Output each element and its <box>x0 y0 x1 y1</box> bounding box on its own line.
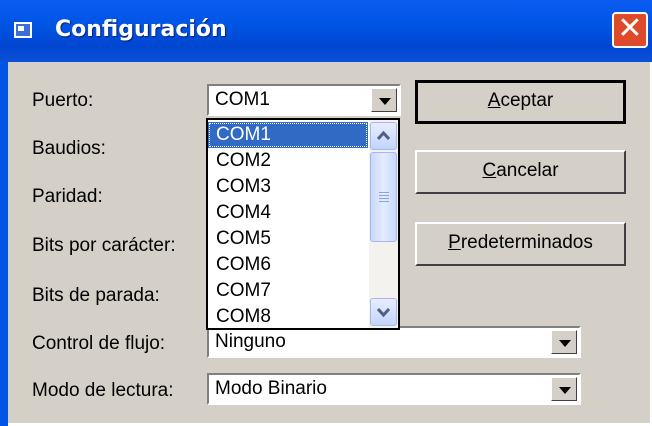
chevron-up-icon <box>376 130 391 141</box>
modo-de-lectura-value: Modo Binario <box>215 378 327 399</box>
list-item[interactable]: COM1 <box>208 122 368 148</box>
list-item[interactable]: COM5 <box>208 226 368 252</box>
grip-line <box>379 201 389 202</box>
scroll-thumb[interactable] <box>370 152 397 242</box>
list-item[interactable]: COM4 <box>208 200 368 226</box>
grip-line <box>379 195 389 196</box>
list-item[interactable]: COM3 <box>208 174 368 200</box>
puerto-value: COM1 <box>215 89 270 110</box>
cancelar-label: ancelar <box>496 160 559 181</box>
title-bar[interactable]: Configuración ✕ <box>0 0 652 62</box>
scroll-down-button[interactable] <box>370 298 397 326</box>
chevron-down-icon <box>559 340 571 347</box>
list-item[interactable]: COM7 <box>208 278 368 304</box>
modo-de-lectura-select[interactable]: Modo Binario <box>207 373 581 405</box>
window-icon <box>14 22 32 38</box>
aceptar-button[interactable]: Aceptar <box>415 80 626 124</box>
puerto-dropdown-button[interactable] <box>371 88 397 112</box>
label-modo-de-lectura: Modo de lectura: <box>32 380 174 401</box>
predeterminados-label: redeterminados <box>460 232 593 253</box>
label-control-de-flujo: Control de flujo: <box>32 333 166 354</box>
label-puerto: Puerto: <box>32 90 94 111</box>
chevron-down-icon <box>559 387 571 394</box>
list-item[interactable]: COM2 <box>208 148 368 174</box>
control-de-flujo-select[interactable]: Ninguno <box>207 326 581 358</box>
aceptar-label: ceptar <box>500 90 554 111</box>
modo-de-lectura-dropdown-button[interactable] <box>551 377 577 401</box>
list-item[interactable]: COM8 <box>208 304 368 330</box>
configuration-dialog: Configuración ✕ Puerto: Baudios: Paridad… <box>0 0 652 426</box>
puerto-select[interactable]: COM1 <box>207 84 401 116</box>
cancelar-button[interactable]: Cancelar <box>415 150 626 194</box>
list-item[interactable]: COM6 <box>208 252 368 278</box>
window-title: Configuración <box>55 17 227 42</box>
close-button[interactable]: ✕ <box>612 12 648 48</box>
label-baudios: Baudios: <box>32 138 106 159</box>
label-paridad: Paridad: <box>32 186 103 207</box>
chevron-down-icon <box>379 98 391 105</box>
label-bits-por-caracter: Bits por carácter: <box>32 235 176 256</box>
scroll-up-button[interactable] <box>370 122 397 150</box>
aceptar-mnemonic: A <box>487 90 501 111</box>
predeterminados-mnemonic: P <box>448 232 461 253</box>
grip-line <box>379 198 389 199</box>
dropdown-scrollbar[interactable] <box>369 120 398 328</box>
predeterminados-button[interactable]: Predeterminados <box>415 222 626 266</box>
label-bits-de-parada: Bits de parada: <box>32 285 160 306</box>
control-de-flujo-dropdown-button[interactable] <box>551 330 577 354</box>
grip-line <box>379 192 389 193</box>
window-border <box>0 62 8 426</box>
cancelar-mnemonic: C <box>482 160 497 181</box>
chevron-down-icon <box>376 307 391 318</box>
control-de-flujo-value: Ninguno <box>215 331 286 352</box>
puerto-dropdown-list[interactable]: COM1 COM2 COM3 COM4 COM5 COM6 COM7 COM8 <box>206 118 400 330</box>
